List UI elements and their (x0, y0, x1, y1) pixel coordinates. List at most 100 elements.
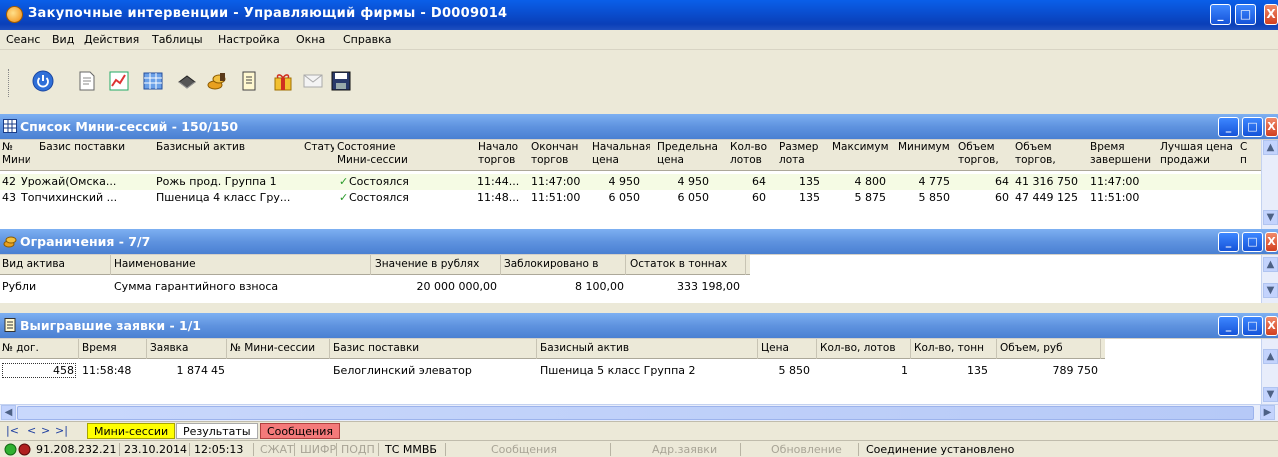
close-button[interactable]: X (1265, 117, 1278, 137)
table-row[interactable]: 458 11:58:48 1 874 45 Белоглинский элева… (0, 363, 1105, 379)
next-page-button[interactable]: > (41, 424, 50, 437)
close-button[interactable]: X (1265, 232, 1278, 252)
column-header[interactable]: Начальная цена (592, 141, 650, 167)
minimize-button[interactable]: _ (1218, 117, 1239, 137)
column-header[interactable]: № дог. (2, 342, 39, 355)
scroll-down-icon[interactable]: ▼ (1263, 387, 1278, 402)
menu-actions[interactable]: Действия (84, 33, 139, 46)
maximize-button[interactable]: □ (1242, 117, 1263, 137)
tab-mini-sessions[interactable]: Мини-сессии (87, 423, 176, 439)
column-header[interactable]: Базисный актив (156, 141, 296, 154)
chart-icon[interactable] (108, 70, 130, 92)
save-icon[interactable] (330, 70, 352, 92)
scroll-left-icon[interactable]: ◀ (1, 405, 16, 420)
page-icon[interactable] (238, 70, 260, 92)
column-header[interactable]: Кол-во лотов (730, 141, 772, 167)
messages-indicator: Сообщения (491, 443, 558, 456)
column-header[interactable]: № Мини-сессии (230, 342, 315, 355)
vertical-scrollbar[interactable]: ▲ ▼ (1261, 255, 1278, 303)
column-header[interactable]: Цена (761, 342, 789, 355)
status-bar: 91.208.232.21 23.10.2014 12:05:13 СЖАТ Ш… (0, 440, 1278, 457)
column-header[interactable]: Кол-во, тонн (914, 342, 984, 355)
book-icon[interactable] (176, 70, 198, 92)
limits-titlebar[interactable]: Ограничения - 7/7 _ □ X (0, 229, 1278, 254)
menu-session[interactable]: Сеанс (6, 33, 40, 46)
column-header[interactable]: Объем торгов, (1015, 141, 1083, 167)
mini-sessions-table: № Мини Базис поставки Базисный актив Стат… (0, 140, 1261, 229)
toolbar-grip[interactable] (8, 69, 11, 97)
table-icon[interactable] (142, 70, 164, 92)
minimize-button[interactable]: _ (1210, 4, 1231, 25)
scroll-up-icon[interactable]: ▲ (1263, 140, 1278, 155)
maximize-button[interactable]: □ (1242, 232, 1263, 252)
column-header[interactable]: Минимум (898, 141, 954, 154)
menu-windows[interactable]: Окна (296, 33, 325, 46)
vertical-scrollbar[interactable]: ▲ ▼ (1261, 140, 1278, 229)
column-header[interactable]: Базис поставки (333, 342, 419, 355)
column-header[interactable]: Значение в рублях (375, 258, 479, 271)
menu-help[interactable]: Справка (343, 33, 391, 46)
last-page-button[interactable]: >| (55, 424, 68, 437)
table-header: № дог. Время Заявка № Мини-сессии Базис … (0, 339, 1105, 359)
scroll-up-icon[interactable]: ▲ (1263, 349, 1278, 364)
menu-view[interactable]: Вид (52, 33, 74, 46)
column-header[interactable]: Состояние Мини-сессии (337, 141, 467, 167)
won-bids-titlebar[interactable]: Выигравшие заявки - 1/1 _ □ X (0, 313, 1278, 338)
title-bar[interactable]: Закупочные интервенции - Управляющий фир… (0, 0, 1278, 30)
power-icon[interactable] (32, 70, 54, 92)
document-icon[interactable] (76, 70, 98, 92)
column-header[interactable]: Заявка (150, 342, 188, 355)
column-header[interactable]: Время (82, 342, 117, 355)
tab-messages[interactable]: Сообщения (260, 423, 341, 439)
first-page-button[interactable]: |< (6, 424, 19, 437)
table-row[interactable]: 43 Топчихинский ... Пшеница 4 класс Гру.… (0, 190, 1261, 206)
tab-results[interactable]: Результаты (176, 423, 258, 439)
menu-tables[interactable]: Таблицы (152, 33, 203, 46)
column-header[interactable]: № Мини (2, 141, 30, 167)
record-icon (18, 443, 31, 456)
close-button[interactable]: X (1264, 4, 1278, 25)
column-header[interactable]: Наименование (114, 258, 196, 271)
column-header[interactable]: Размер лота (779, 141, 821, 167)
mail-icon[interactable] (302, 70, 324, 92)
scroll-down-icon[interactable]: ▼ (1263, 210, 1278, 225)
menu-settings[interactable]: Настройка (218, 33, 280, 46)
coins-icon[interactable] (206, 70, 228, 92)
gift-icon[interactable] (272, 70, 294, 92)
scroll-right-icon[interactable]: ▶ (1260, 405, 1275, 420)
close-button[interactable]: X (1265, 316, 1278, 336)
maximize-button[interactable]: □ (1242, 316, 1263, 336)
exchange-name: ТС ММВБ (385, 443, 437, 456)
column-header[interactable]: Объем торгов, (958, 141, 1008, 167)
mini-sessions-titlebar[interactable]: Список Мини-сессий - 150/150 _ □ X (0, 114, 1278, 139)
column-header[interactable]: Статус (304, 141, 334, 154)
column-header[interactable]: Заблокировано в (504, 258, 598, 271)
column-header[interactable]: Максимум (832, 141, 892, 154)
table-row[interactable]: 42 Урожай(Омска... Рожь прод. Группа 1 ✓… (0, 174, 1261, 190)
scroll-up-icon[interactable]: ▲ (1263, 257, 1278, 272)
column-header[interactable]: Окончаниторгов (531, 141, 579, 167)
coins-icon (3, 236, 17, 248)
column-header[interactable]: Базисный актив (540, 342, 629, 355)
scroll-down-icon[interactable]: ▼ (1263, 283, 1278, 298)
minimize-button[interactable]: _ (1218, 232, 1239, 252)
column-header[interactable]: Лучшая цена продажи (1160, 141, 1238, 167)
column-header[interactable]: Начало торгов (478, 141, 518, 167)
column-header[interactable]: Вид актива (2, 258, 65, 271)
column-header[interactable]: Предельна цена (657, 141, 719, 167)
scroll-thumb[interactable] (17, 406, 1254, 420)
previous-page-button[interactable]: < (27, 424, 36, 437)
column-header[interactable]: Сп (1240, 141, 1252, 167)
minimize-button[interactable]: _ (1218, 316, 1239, 336)
won-bids-window: Выигравшие заявки - 1/1 _ □ X № дог. Вре… (0, 313, 1278, 421)
column-header[interactable]: Базис поставки (39, 141, 147, 154)
column-header[interactable]: Кол-во, лотов (820, 342, 896, 355)
column-header[interactable]: Время завершени (1090, 141, 1160, 167)
maximize-button[interactable]: □ (1235, 4, 1256, 25)
column-header[interactable]: Объем, руб (1000, 342, 1063, 355)
table-icon (3, 119, 17, 133)
table-row[interactable]: Рубли Сумма гарантийного взноса 20 000 0… (0, 279, 750, 295)
horizontal-scrollbar[interactable]: ◀ ▶ (0, 404, 1278, 421)
vertical-scrollbar[interactable]: ▲ ▼ (1261, 339, 1278, 404)
column-header[interactable]: Остаток в тоннах (630, 258, 727, 271)
